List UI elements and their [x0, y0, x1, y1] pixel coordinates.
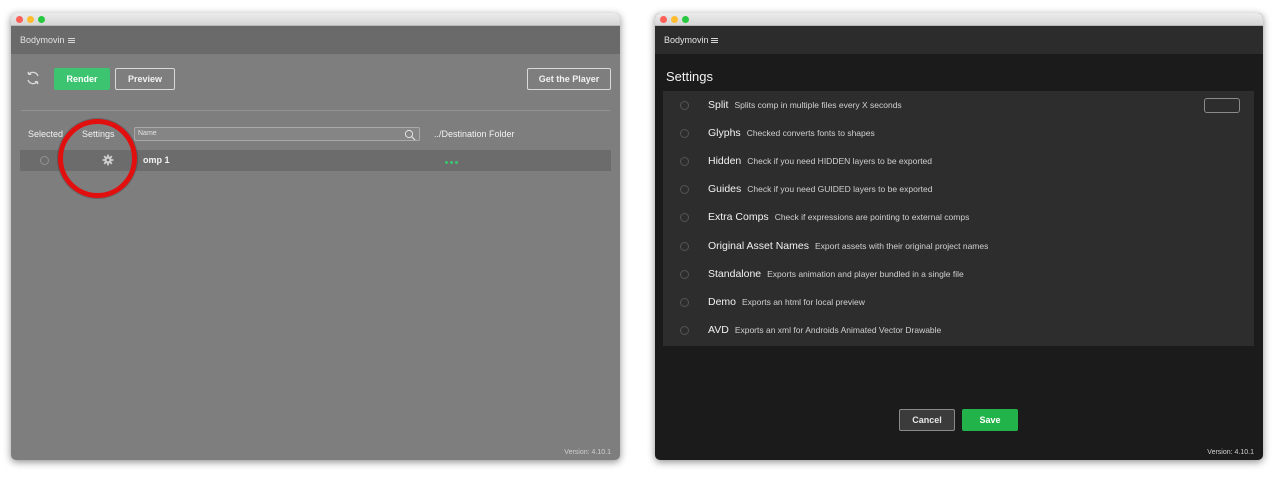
- refresh-icon[interactable]: [25, 70, 41, 86]
- option-radio[interactable]: [680, 298, 689, 307]
- option-description: Exports an html for local preview: [742, 297, 865, 307]
- column-header-destination: ../Destination Folder: [434, 129, 515, 139]
- comp-name: omp 1: [143, 155, 170, 165]
- search-placeholder: Name: [138, 130, 157, 137]
- minimize-window-button[interactable]: [27, 16, 34, 23]
- minimize-window-button[interactable]: [671, 16, 678, 23]
- option-radio[interactable]: [680, 129, 689, 138]
- option-demo[interactable]: Demo Exports an html for local preview: [663, 288, 1254, 316]
- option-radio[interactable]: [680, 326, 689, 335]
- panel-header: Bodymovin: [655, 26, 1263, 54]
- option-name: Standalone: [708, 268, 762, 280]
- option-radio[interactable]: [680, 270, 689, 279]
- hamburger-menu-icon[interactable]: [711, 38, 718, 43]
- save-button[interactable]: Save: [962, 409, 1018, 431]
- option-guides[interactable]: Guides Check if you need GUIDED layers to…: [663, 175, 1254, 203]
- option-description: Exports animation and player bundled in …: [767, 269, 964, 279]
- render-button[interactable]: Render: [54, 68, 110, 90]
- search-input[interactable]: Name: [134, 127, 420, 141]
- option-avd[interactable]: AVD Exports an xml for Androids Animated …: [663, 316, 1254, 344]
- column-header-selected: Selected: [28, 129, 64, 139]
- panel-title: Bodymovin: [664, 35, 709, 45]
- panel-title: Bodymovin: [20, 35, 65, 45]
- option-radio[interactable]: [680, 242, 689, 251]
- zoom-window-button[interactable]: [38, 16, 45, 23]
- search-icon: [404, 129, 416, 141]
- split-seconds-input[interactable]: [1204, 98, 1240, 113]
- option-description: Check if expressions are pointing to ext…: [774, 212, 970, 222]
- window-titlebar[interactable]: [11, 13, 620, 26]
- destination-ellipsis-icon[interactable]: [445, 161, 458, 164]
- panel-header: Bodymovin: [11, 26, 620, 54]
- zoom-window-button[interactable]: [682, 16, 689, 23]
- option-name: Demo: [708, 296, 737, 308]
- settings-title: Settings: [666, 69, 713, 84]
- option-radio[interactable]: [680, 185, 689, 194]
- option-description: Checked converts fonts to shapes: [746, 128, 875, 138]
- close-window-button[interactable]: [16, 16, 23, 23]
- option-name: Split: [708, 99, 729, 111]
- option-radio[interactable]: [680, 101, 689, 110]
- option-name: AVD: [708, 324, 729, 336]
- option-name: Extra Comps: [708, 211, 769, 223]
- option-hidden[interactable]: Hidden Check if you need HIDDEN layers to…: [663, 147, 1254, 175]
- version-label: Version: 4.10.1: [1207, 449, 1254, 456]
- version-label: Version: 4.10.1: [564, 449, 611, 456]
- option-description: Exports an xml for Androids Animated Vec…: [734, 325, 942, 335]
- bodymovin-window-main: Bodymovin Render Preview Get the Player …: [11, 13, 620, 460]
- option-radio[interactable]: [680, 213, 689, 222]
- option-glyphs[interactable]: Glyphs Checked converts fonts to shapes: [663, 119, 1254, 147]
- option-split[interactable]: Split Splits comp in multiple files every…: [663, 91, 1254, 119]
- window-titlebar[interactable]: [655, 13, 1263, 26]
- option-description: Export assets with their original projec…: [814, 241, 989, 251]
- cancel-button[interactable]: Cancel: [899, 409, 955, 431]
- bodymovin-window-settings: Bodymovin Settings Split Splits comp in m…: [655, 13, 1263, 460]
- settings-options-list: Split Splits comp in multiple files every…: [663, 91, 1254, 346]
- comp-select-radio[interactable]: [40, 156, 49, 165]
- option-name: Original Asset Names: [708, 240, 809, 252]
- option-description: Check if you need GUIDED layers to be ex…: [747, 184, 933, 194]
- preview-button[interactable]: Preview: [115, 68, 175, 90]
- option-standalone[interactable]: Standalone Exports animation and player b…: [663, 260, 1254, 288]
- hamburger-menu-icon[interactable]: [68, 38, 75, 43]
- close-window-button[interactable]: [660, 16, 667, 23]
- option-description: Check if you need HIDDEN layers to be ex…: [747, 156, 933, 166]
- option-name: Hidden: [708, 155, 742, 167]
- highlight-circle-annotation: [58, 119, 137, 198]
- option-extra-comps[interactable]: Extra Comps Check if expressions are poin…: [663, 203, 1254, 231]
- option-name: Glyphs: [708, 127, 741, 139]
- option-name: Guides: [708, 183, 742, 195]
- get-the-player-button[interactable]: Get the Player: [527, 68, 611, 90]
- option-description: Splits comp in multiple files every X se…: [734, 100, 902, 110]
- option-original-asset-names[interactable]: Original Asset Names Export assets with t…: [663, 232, 1254, 260]
- option-radio[interactable]: [680, 157, 689, 166]
- toolbar-divider: [21, 110, 610, 111]
